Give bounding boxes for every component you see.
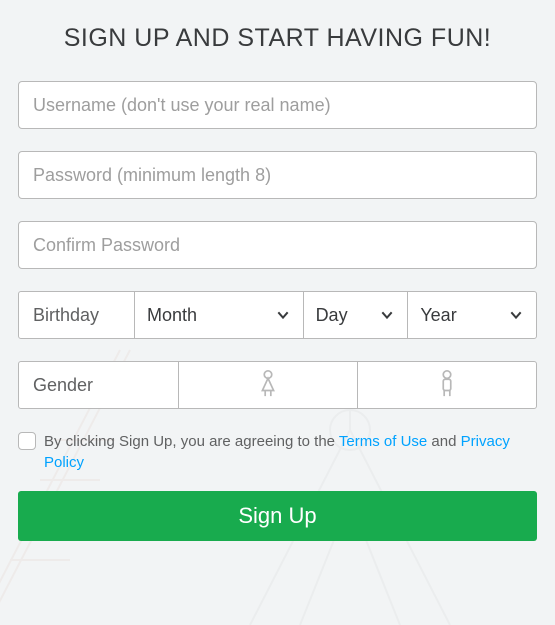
birthday-month-value: Month <box>147 305 197 326</box>
female-icon <box>253 368 283 403</box>
gender-label: Gender <box>19 362 179 408</box>
confirm-password-input[interactable] <box>18 221 537 269</box>
gender-row: Gender <box>18 361 537 409</box>
chevron-down-icon <box>275 307 291 323</box>
birthday-row: Birthday Month Day Year <box>18 291 537 339</box>
male-icon <box>432 368 462 403</box>
birthday-day-value: Day <box>316 305 348 326</box>
birthday-day-select[interactable]: Day <box>304 292 409 338</box>
sign-up-button[interactable]: Sign Up <box>18 491 537 541</box>
terms-checkbox[interactable] <box>18 432 36 450</box>
terms-text: By clicking Sign Up, you are agreeing to… <box>44 431 537 473</box>
chevron-down-icon <box>508 307 524 323</box>
gender-female-button[interactable] <box>179 362 358 408</box>
password-input[interactable] <box>18 151 537 199</box>
username-input[interactable] <box>18 81 537 129</box>
terms-row: By clicking Sign Up, you are agreeing to… <box>18 431 537 473</box>
birthday-label: Birthday <box>19 292 135 338</box>
page-title: SIGN UP AND START HAVING FUN! <box>18 24 537 53</box>
terms-prefix: By clicking Sign Up, you are agreeing to… <box>44 433 339 450</box>
chevron-down-icon <box>379 307 395 323</box>
terms-of-use-link[interactable]: Terms of Use <box>339 433 427 450</box>
birthday-month-select[interactable]: Month <box>135 292 304 338</box>
birthday-year-select[interactable]: Year <box>408 292 536 338</box>
gender-male-button[interactable] <box>358 362 536 408</box>
birthday-year-value: Year <box>420 305 456 326</box>
terms-mid: and <box>427 433 460 450</box>
